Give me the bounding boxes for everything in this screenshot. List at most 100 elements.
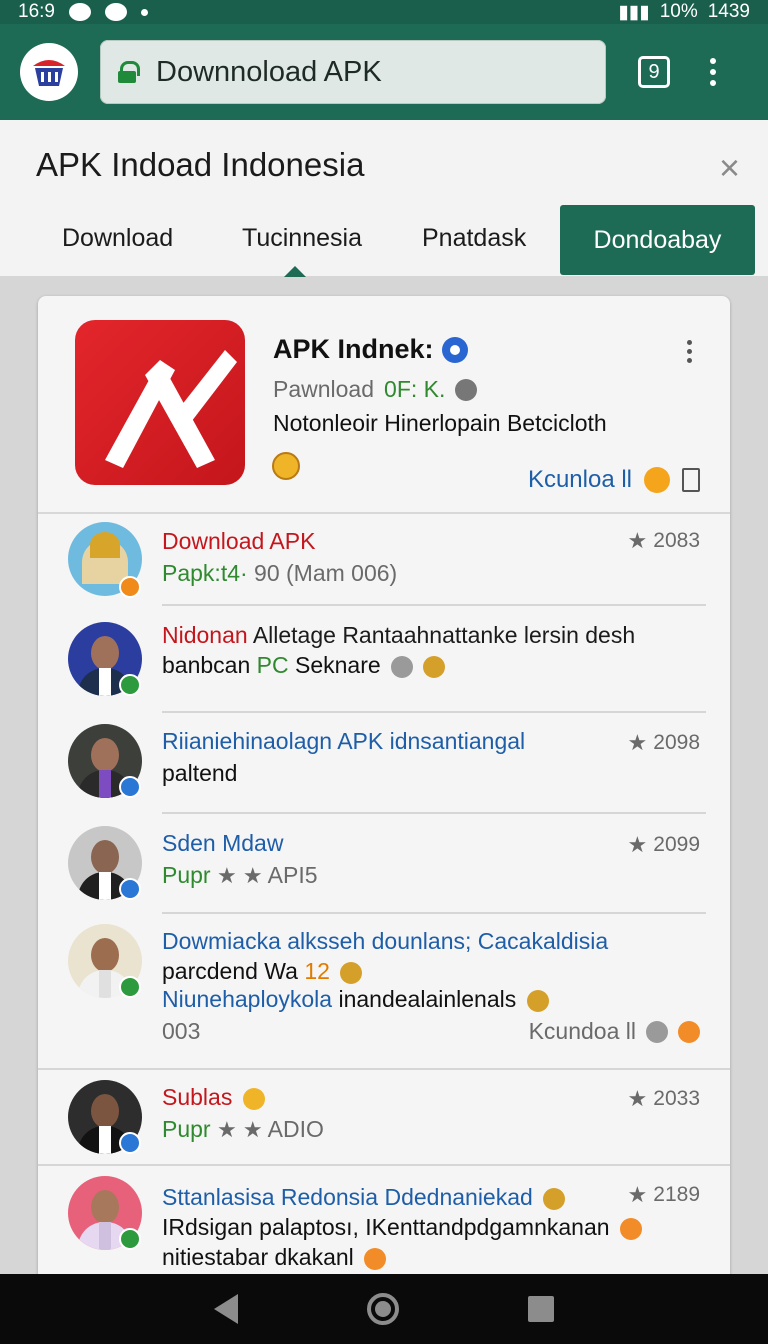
url-bar[interactable]: Downnoload APK xyxy=(100,40,606,104)
status-clock-right: 1439 xyxy=(707,1,750,22)
list-item[interactable]: Sden Mdaw Pupr ★ ★ API5 ★ 2099 xyxy=(38,826,730,916)
emoji-icon xyxy=(619,1217,642,1240)
list-item[interactable]: Nidonan Alletage Rantaahnattanke lersin … xyxy=(38,618,730,714)
comment-sub-number: 12 xyxy=(304,958,330,984)
emoji-icon xyxy=(364,1247,387,1270)
comment-title: Download APK xyxy=(162,528,316,554)
rating-value: 2033 xyxy=(653,1087,700,1110)
status-time: 16:9 xyxy=(18,1,55,22)
comment-title-text: Sublas xyxy=(162,1084,233,1110)
rating: ★ 2098 xyxy=(628,730,700,756)
divider xyxy=(38,512,730,514)
app-action[interactable]: Kcunloa ll xyxy=(528,466,700,494)
badge-icon xyxy=(119,674,141,696)
comment-sub-2: Niunehaploykola inandealainlenals xyxy=(162,984,549,1014)
list-item[interactable]: Sublas Pupr ★ ★ ADIO ★ 2033 xyxy=(38,1080,730,1170)
comment-sub-2: nitiestabar dkakanl xyxy=(162,1242,387,1272)
rating-value: 2098 xyxy=(653,731,700,754)
comment-sub-text: banbcan xyxy=(162,652,251,678)
comment-title-text: Sttanlasisa Redonsia Ddednaniekad xyxy=(162,1184,533,1210)
tab-pnatdask[interactable]: Pnatdask xyxy=(422,224,526,253)
app-description: Notonleoir Hinerlopain Betcicloth xyxy=(273,410,607,436)
comment-sub-green: Pupr xyxy=(162,1116,211,1142)
comment-sub: IRdsigan palaptosı, IKenttandpdgamnkanan xyxy=(162,1212,642,1242)
comment-sub: Pupr ★ ★ API5 xyxy=(162,860,318,891)
divider xyxy=(38,1164,730,1166)
emoji-icon xyxy=(543,1187,566,1210)
signal-icon: ▮▮▮ xyxy=(618,1,650,23)
comment-sub2-blue: Niunehaploykola xyxy=(162,986,333,1012)
tab-row: Download Tucinnesia Pnatdask Dondoabay xyxy=(0,205,768,277)
app-name-text: APK Indnek: xyxy=(273,334,434,364)
tab-download[interactable]: Download xyxy=(62,224,173,253)
list-item[interactable]: Dowmiacka alksseh dounlans; Cacakaldisia… xyxy=(38,924,730,1064)
star-icon: ★ xyxy=(627,1182,648,1207)
star-icon: ★ xyxy=(627,730,648,755)
comment-sub-text: IRdsigan palaptosı, IKenttandpdgamnkanan xyxy=(162,1214,610,1240)
comment-sub: parcdend Wa 12 xyxy=(162,956,363,986)
comment-sub: Papk:t4· 90 (Mam 006) xyxy=(162,558,397,588)
list-item[interactable]: Riianiehinaolagn APK idnsantiangal palte… xyxy=(38,724,730,814)
app-meta-value: 0F: K. xyxy=(384,376,446,402)
comment-sub-rest: ADIO xyxy=(267,1116,324,1142)
close-icon[interactable]: × xyxy=(719,150,740,186)
app-card: APK Indnek: Pawnload 0F: K. Notonleoir H… xyxy=(38,296,730,1296)
badge-icon xyxy=(119,1228,141,1250)
star-icon: ★ ★ xyxy=(216,863,263,888)
comment-sub2-rest: inandealainlenals xyxy=(338,986,517,1012)
lock-icon xyxy=(118,61,140,83)
verified-icon xyxy=(441,336,468,363)
divider xyxy=(162,912,706,914)
delete-icon[interactable] xyxy=(682,468,700,492)
tabs-count: 9 xyxy=(648,60,660,83)
comment-sub2-text: nitiestabar dkakanl xyxy=(162,1244,354,1270)
more-vert-icon[interactable] xyxy=(710,58,716,86)
rating: ★ 2099 xyxy=(628,832,700,858)
star-icon: ★ xyxy=(627,832,648,857)
comment-sub-rest: 90 (Mam 006) xyxy=(254,560,398,586)
divider xyxy=(162,812,706,814)
app-meta-prefix: Pawnload xyxy=(273,376,375,402)
rating-value: 2099 xyxy=(653,833,700,856)
divider xyxy=(162,711,706,713)
badge-icon xyxy=(119,776,141,798)
comment-sub-green: PC xyxy=(256,652,289,678)
emoji-icon xyxy=(423,655,446,678)
app-logo-icon[interactable] xyxy=(75,320,245,485)
edit-icon xyxy=(455,378,478,401)
emoji-icon xyxy=(391,655,414,678)
tab-dondoabay[interactable]: Dondoabay xyxy=(560,205,755,275)
tabs-icon[interactable]: 9 xyxy=(638,56,670,88)
home-icon[interactable] xyxy=(366,1293,399,1325)
emoji-icon xyxy=(242,1087,265,1110)
comment-author: Nidonan xyxy=(162,622,248,648)
dot-icon xyxy=(140,8,148,16)
divider xyxy=(38,1068,730,1070)
app-action-label: Kcunloa ll xyxy=(527,466,632,493)
comment-sub-rest: API5 xyxy=(267,862,318,888)
shopping-basket-icon[interactable] xyxy=(20,43,78,101)
app-name: APK Indnek: xyxy=(273,334,468,365)
comment-sub: Pupr ★ ★ ADIO xyxy=(162,1114,324,1145)
comment-sub: banbcan PC Seknare xyxy=(162,650,446,680)
rating: ★ 2083 xyxy=(628,528,700,554)
notification-icon xyxy=(68,3,91,21)
star-icon: ★ ★ xyxy=(216,1117,263,1142)
list-item[interactable]: Download APK Papk:t4· 90 (Mam 006) ★ 208… xyxy=(38,520,730,610)
check-notification-icon xyxy=(104,3,127,21)
leaf-emoji-icon xyxy=(644,467,670,493)
comment-sub-green: Papk:t4· xyxy=(162,560,248,586)
comment-title: Sttanlasisa Redonsia Ddednaniekad xyxy=(162,1182,566,1212)
comment-title: Sden Mdaw xyxy=(162,830,284,856)
comment-action[interactable]: Kcundoa ll xyxy=(529,1018,700,1045)
back-icon[interactable] xyxy=(214,1294,239,1324)
comment-title: Nidonan Alletage Rantaahnattanke lersin … xyxy=(162,620,635,650)
tab-tucinnesia[interactable]: Tucinnesia xyxy=(242,224,362,277)
comment-sub-rest: Seknare xyxy=(294,652,381,678)
comment-sub-text: parcdend Wa xyxy=(162,958,298,984)
emoji-icon xyxy=(526,989,549,1012)
recent-apps-icon[interactable] xyxy=(527,1296,554,1322)
comment-title-rest: Alletage Rantaahnattanke lersin desh xyxy=(252,622,636,648)
badge-icon xyxy=(119,976,141,998)
card-more-icon[interactable] xyxy=(687,340,692,363)
